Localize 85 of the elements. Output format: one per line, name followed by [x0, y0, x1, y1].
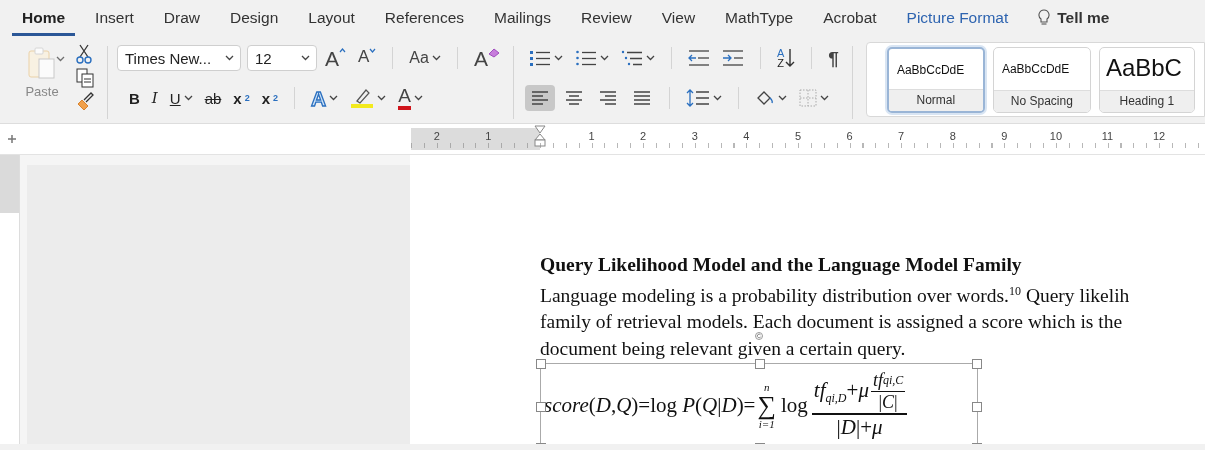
fraction-numerator: tf$_{qi,D}$+μ — [813, 378, 869, 406]
borders-icon — [798, 89, 817, 107]
caret-icon — [56, 56, 65, 62]
scissors-icon — [76, 44, 92, 64]
ribbon-tab[interactable]: Review — [570, 4, 642, 36]
lightbulb-icon — [1038, 9, 1051, 26]
ribbon-tab[interactable]: Picture Format — [896, 4, 1019, 36]
font-color-button[interactable]: A — [394, 84, 427, 112]
ribbon-tab[interactable]: Draw — [153, 4, 210, 36]
font-size-dropdown[interactable]: 12 — [247, 45, 317, 71]
caret-icon — [413, 95, 423, 101]
paintbrush-icon — [76, 92, 94, 112]
caret-icon — [301, 55, 310, 61]
change-case-button[interactable]: Aa — [405, 44, 445, 72]
tell-me-search[interactable]: Tell me — [1028, 4, 1120, 36]
resize-handle[interactable] — [972, 358, 982, 369]
down-arrow-icon — [785, 48, 796, 68]
resize-handle[interactable] — [536, 358, 546, 369]
ribbon-tab[interactable]: MathType — [715, 4, 804, 36]
ribbon-tab[interactable]: Design — [220, 4, 289, 36]
bulleted-list-icon — [528, 49, 551, 67]
section-heading: Query Likelihood Model and the Language Model Family — [540, 253, 1023, 277]
caret-icon — [553, 55, 563, 61]
caret-up-icon — [339, 48, 346, 53]
rotate-handle-icon[interactable] — [755, 332, 763, 340]
sum-upper-limit: n — [764, 381, 770, 393]
paragraph-line: family of retrieval models. Each document is assigned a score which is the — [540, 313, 1124, 331]
copy-icon — [76, 68, 94, 88]
ribbon-tab[interactable]: Mailings — [484, 4, 561, 36]
caret-icon — [777, 95, 787, 101]
strikethrough-button[interactable]: ab — [200, 84, 226, 112]
highlighter-icon — [350, 87, 375, 109]
ribbon-tab[interactable]: Acrobat — [813, 4, 887, 36]
align-left-button[interactable] — [524, 85, 555, 111]
caret-icon — [431, 55, 441, 61]
ribbon-tab[interactable]: Home — [12, 4, 76, 36]
shrink-font-button[interactable]: A — [354, 44, 381, 72]
paragraph-line: document being relevant given a certain query. — [540, 339, 907, 358]
caret-icon — [329, 95, 339, 101]
font-name-dropdown[interactable]: Times New... — [117, 45, 241, 71]
caret-icon — [377, 95, 387, 101]
summation-sign: ∑ — [757, 392, 776, 419]
resize-handle[interactable] — [536, 401, 546, 412]
caret-icon — [599, 55, 609, 61]
align-left-icon — [530, 90, 549, 106]
italic-button[interactable]: I — [147, 84, 162, 112]
ribbon-tab[interactable]: Insert — [85, 4, 144, 36]
tab-stop-icon — [8, 135, 16, 143]
log-operator: log — [781, 393, 808, 418]
grow-font-button[interactable]: A — [321, 44, 350, 72]
paragraph-line: Language modeling is a probability distribution over words.$^{10}$ Query likelih — [540, 286, 1131, 305]
resize-handle[interactable] — [972, 401, 982, 412]
clipboard-icon — [27, 46, 57, 80]
ribbon-tab[interactable]: Layout — [298, 4, 365, 36]
style-card[interactable]: AaBbC Heading 1 — [1098, 46, 1195, 113]
caret-icon — [819, 95, 829, 101]
style-card[interactable]: AaBbCcDdE No Spacing — [992, 46, 1091, 113]
line-spacing-icon — [685, 88, 710, 108]
sort-button[interactable]: A Z — [772, 44, 800, 72]
underline-button[interactable]: U — [165, 84, 197, 112]
bold-button[interactable]: B — [125, 84, 144, 112]
equation-text: score(D,Q)=log P(Q|D)= — [544, 393, 756, 418]
align-center-icon — [564, 90, 583, 106]
ribbon-tab[interactable]: References — [374, 4, 475, 36]
show-formatting-marks-button[interactable]: ¶ — [824, 44, 843, 72]
numbered-list-icon — [574, 49, 597, 67]
eraser-icon — [487, 48, 500, 58]
justify-icon — [632, 90, 651, 106]
style-card[interactable]: AaBbCcDdE Normal — [886, 46, 985, 113]
resize-handle[interactable] — [755, 358, 765, 369]
sum-lower-limit: i=1 — [758, 418, 775, 430]
increase-indent-icon — [721, 49, 744, 67]
clear-formatting-button[interactable]: A — [469, 44, 504, 72]
multilevel-list-icon — [620, 49, 643, 67]
caret-icon — [225, 55, 234, 61]
caret-icon — [369, 48, 377, 53]
decrease-indent-icon — [687, 49, 710, 67]
superscript-button[interactable]: x$^{2}$ — [257, 84, 283, 112]
align-right-icon — [598, 90, 617, 106]
ribbon-tab[interactable]: View — [651, 4, 706, 36]
caret-icon — [183, 95, 193, 101]
caret-icon — [712, 95, 722, 101]
inner-denominator: |C| — [878, 391, 898, 414]
caret-icon — [645, 55, 655, 61]
fraction-denominator: |D|+μ — [836, 415, 883, 441]
